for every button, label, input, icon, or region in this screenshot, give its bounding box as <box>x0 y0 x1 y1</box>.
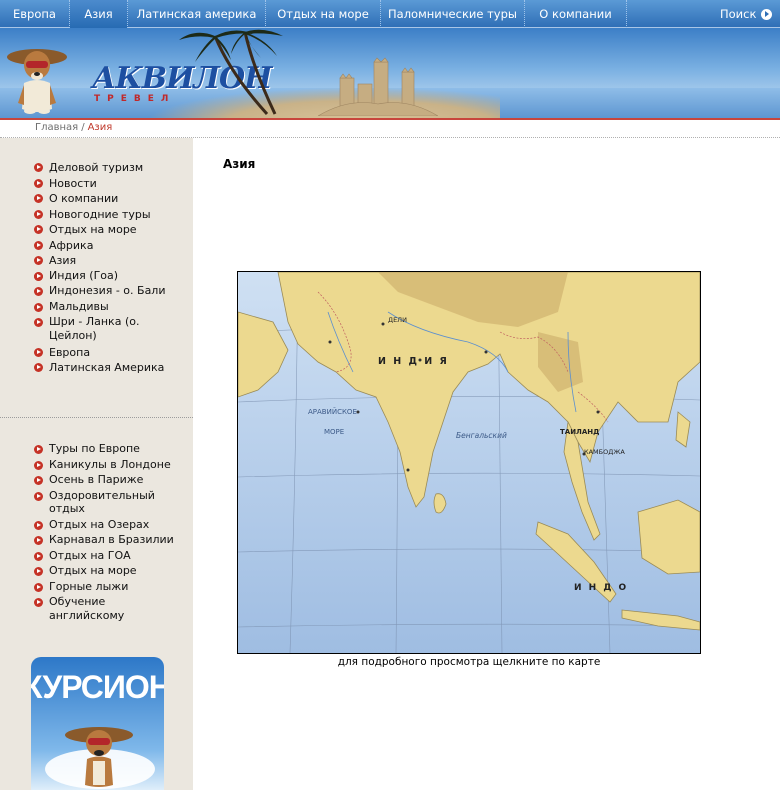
tour-item-sea[interactable]: Отдых на море <box>34 564 184 578</box>
promo-text: КУРСИОН <box>31 669 164 705</box>
tour-item-brazil-carnival[interactable]: Карнавал в Бразилии <box>34 533 184 547</box>
breadcrumb-home[interactable]: Главная <box>35 122 78 133</box>
map-graphic: И Н Д И Я АРАВИЙСКОЕ МОРЕ Бенгальский ТА… <box>238 272 700 653</box>
submenu-item-india-goa[interactable]: Индия (Гоа) <box>34 269 174 283</box>
map-label-arabian-sea-1: АРАВИЙСКОЕ <box>308 407 357 416</box>
map-caption: для подробного просмотра щелкните по кар… <box>337 656 601 668</box>
tour-item-english[interactable]: Обучение английскому <box>34 595 184 622</box>
sidebar-divider <box>0 417 193 418</box>
sidebar-item-business-tourism[interactable]: Деловой туризм <box>34 160 174 176</box>
tour-item-lakes[interactable]: Отдых на Озерах <box>34 518 184 532</box>
sidebar-item-europe[interactable]: Европа <box>34 345 174 361</box>
sidebar-item-latin-america[interactable]: Латинская Америка <box>34 360 174 376</box>
submenu-item-maldives[interactable]: Мальдивы <box>34 300 174 314</box>
sand-castle-icon <box>318 57 438 116</box>
nav-item-europe[interactable]: Европа <box>0 0 70 28</box>
map-label-cambodia: КАМБОДЖА <box>584 448 625 456</box>
tour-item-goa[interactable]: Отдых на ГОА <box>34 549 184 563</box>
submenu-item-sri-lanka[interactable]: Шри - Ланка (о. Цейлон) <box>34 315 174 343</box>
sidebar-item-africa[interactable]: Африка <box>34 238 174 254</box>
sidebar-item-news[interactable]: Новости <box>34 176 174 192</box>
nav-item-latin-america[interactable]: Латинская америка <box>128 0 266 28</box>
header-banner: АКВИЛОН ТРЕВЕЛ <box>0 28 780 119</box>
sidebar-menu: Деловой туризм Новости О компании Нового… <box>34 160 174 376</box>
asia-submenu: Индия (Гоа) Индонезия - о. Бали Мальдивы… <box>34 269 174 344</box>
banner-divider <box>0 118 780 120</box>
nav-item-pilgrimage-tours[interactable]: Паломнические туры <box>381 0 525 28</box>
map-label-arabian-sea-2: МОРЕ <box>324 428 344 436</box>
palm-trees-icon <box>179 29 283 116</box>
map-label-india: И Н Д И Я <box>378 356 449 367</box>
sidebar-tours-menu: Туры по Европе Каникулы в Лондоне Осень … <box>34 442 184 624</box>
sidebar-item-sea-holidays[interactable]: Отдых на море <box>34 222 174 238</box>
nav-item-asia[interactable]: Азия <box>70 0 128 28</box>
sidebar-item-new-year-tours[interactable]: Новогодние туры <box>34 207 174 223</box>
search-link[interactable]: Поиск <box>668 0 780 28</box>
map-label-indo: И Н Д О <box>574 583 628 593</box>
breadcrumb: Главная / Азия <box>35 122 112 133</box>
top-nav: Европа Азия Латинская америка Отдых на м… <box>0 0 780 28</box>
tour-item-wellness[interactable]: Оздоровительный отдых <box>34 489 184 516</box>
breadcrumb-current: Азия <box>87 122 113 133</box>
arrow-right-icon <box>761 8 773 20</box>
search-label: Поиск <box>720 7 757 21</box>
nav-item-sea-holidays[interactable]: Отдых на море <box>266 0 381 28</box>
dog-mascot-icon <box>65 727 133 787</box>
sidebar-item-about[interactable]: О компании <box>34 191 174 207</box>
promo-banner[interactable]: КУРСИОН <box>31 657 164 790</box>
tour-item-europe[interactable]: Туры по Европе <box>34 442 184 456</box>
asia-map[interactable]: И Н Д И Я АРАВИЙСКОЕ МОРЕ Бенгальский ТА… <box>237 271 701 654</box>
nav-item-about[interactable]: О компании <box>525 0 627 28</box>
dog-mascot-icon <box>7 49 67 114</box>
asia-submenu-wrapper: Индия (Гоа) Индонезия - о. Бали Мальдивы… <box>34 269 174 344</box>
tour-item-skiing[interactable]: Горные лыжи <box>34 580 184 594</box>
page-title: Азия <box>223 157 256 171</box>
breadcrumb-separator: / <box>81 122 85 133</box>
map-label-thailand: ТАИЛАНД <box>560 428 599 436</box>
submenu-item-indonesia-bali[interactable]: Индонезия - о. Бали <box>34 284 174 298</box>
tour-item-paris[interactable]: Осень в Париже <box>34 473 184 487</box>
sidebar-item-asia[interactable]: Азия <box>34 253 174 269</box>
tour-item-london[interactable]: Каникулы в Лондоне <box>34 458 184 472</box>
map-label-delhi: ДЕЛИ <box>388 316 407 324</box>
map-label-bengal: Бенгальский <box>456 431 507 440</box>
